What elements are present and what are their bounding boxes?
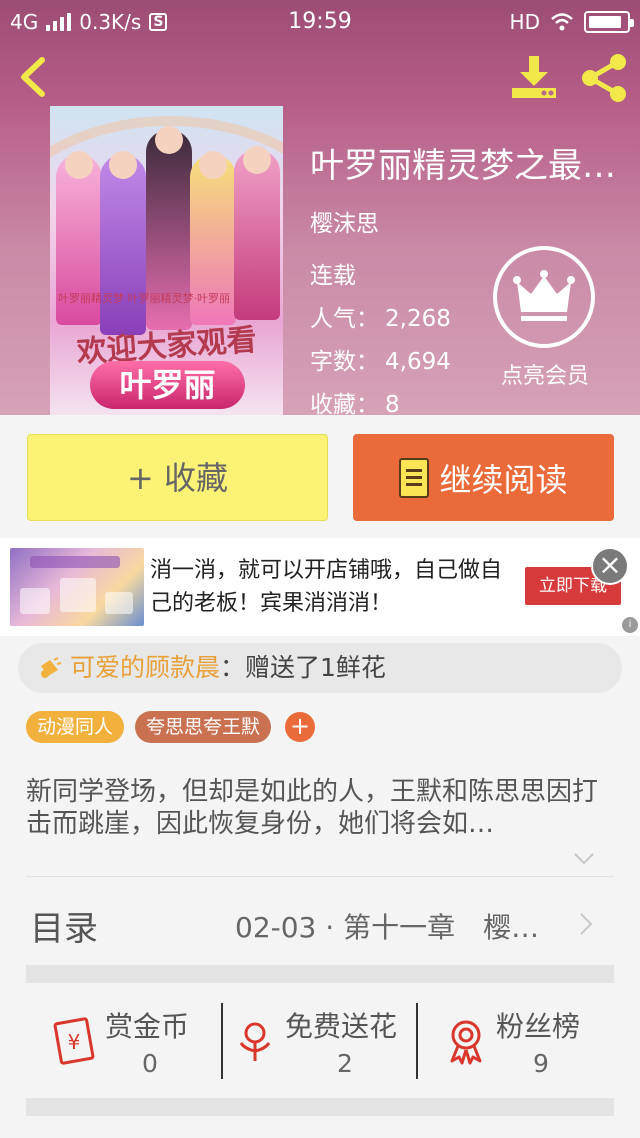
hd-indicator: HD bbox=[509, 10, 540, 34]
share-button[interactable] bbox=[578, 52, 630, 104]
continue-reading-button[interactable]: 继续阅读 bbox=[353, 434, 614, 521]
svg-text:¥: ¥ bbox=[68, 1030, 81, 1054]
section-separator bbox=[26, 1098, 614, 1116]
catalog-row[interactable]: 目录 02-03 · 第十一章 樱… bbox=[0, 877, 640, 965]
flower-icon bbox=[239, 1022, 271, 1061]
close-icon: × bbox=[598, 548, 622, 581]
cover-logo: 叶罗丽 bbox=[90, 361, 245, 409]
ad-image bbox=[10, 548, 144, 626]
send-flower-count: 2 bbox=[337, 1049, 353, 1078]
vip-badge bbox=[493, 246, 595, 348]
download-button[interactable] bbox=[508, 54, 560, 102]
reward-coins-count: 0 bbox=[142, 1049, 158, 1078]
book-icon bbox=[399, 457, 430, 498]
tag-keyword[interactable]: 夸思思夸王默 bbox=[135, 711, 272, 743]
red-envelope-icon: ¥ bbox=[53, 1017, 95, 1065]
stat-popularity: 人气： 2,268 bbox=[310, 306, 451, 332]
gift-sender[interactable]: 可爱的顾款晨 bbox=[70, 653, 220, 682]
send-flower-button[interactable]: 免费送花 2 bbox=[223, 983, 416, 1097]
section-separator bbox=[26, 965, 614, 983]
catalog-title: 目录 bbox=[30, 909, 98, 949]
ad-banner[interactable]: 消一消，就可以开店铺哦，自己做自己的老板！宾果消消消！ 立即下载 bbox=[0, 538, 640, 636]
cover-ribbon: 叶罗丽精灵梦·叶罗丽精灵梦·叶罗丽 bbox=[58, 292, 230, 305]
book-status: 连载 bbox=[310, 263, 356, 289]
stat-word-count: 字数： 4,694 bbox=[310, 349, 451, 375]
gift-notice[interactable]: 可爱的顾款晨：赠送了1鲜花 bbox=[18, 643, 622, 693]
fan-ranking-count: 9 bbox=[533, 1049, 549, 1078]
book-author[interactable]: 樱沫思 bbox=[310, 204, 379, 238]
add-tag-button[interactable]: + bbox=[285, 712, 315, 742]
latest-chapter: 02-03 · 第十一章 樱… bbox=[235, 911, 540, 944]
medal-icon bbox=[450, 1020, 482, 1065]
ad-text: 消一消，就可以开店铺哦，自己做自己的老板！宾果消消消！ bbox=[150, 558, 503, 616]
battery-icon bbox=[584, 11, 634, 33]
ad-info-icon[interactable]: i bbox=[622, 617, 638, 633]
back-button[interactable] bbox=[14, 52, 54, 102]
action-bar: + 收藏 继续阅读 bbox=[0, 415, 640, 538]
reward-coins-button[interactable]: ¥ 赏金币 0 bbox=[0, 983, 222, 1097]
vip-label: 点亮会员 bbox=[500, 364, 589, 389]
vip-button[interactable]: 点亮会员 bbox=[490, 246, 600, 390]
book-title: 叶罗丽精灵梦之最… bbox=[310, 146, 616, 186]
book-synopsis[interactable]: 新同学登场，但却是如此的人，王默和陈思思因打击而跳崖，因此恢复身份，她们将会如… bbox=[26, 776, 616, 840]
continue-reading-label: 继续阅读 bbox=[439, 460, 568, 499]
engagement-bar: ¥ 赏金币 0 免费送花 2 粉丝榜 9 bbox=[0, 983, 640, 1097]
gift-action: ：赠送了1鲜花 bbox=[220, 653, 386, 682]
stat-favorites: 收藏： 8 bbox=[310, 392, 400, 415]
tag-genre[interactable]: 动漫同人 bbox=[26, 711, 125, 743]
chevron-right-icon bbox=[580, 913, 593, 935]
crown-icon bbox=[513, 270, 575, 321]
chevron-down-icon[interactable] bbox=[573, 852, 595, 866]
status-bar: 4G 0.3K/s S 19:59 HD bbox=[0, 0, 640, 44]
fan-ranking-label: 粉丝榜 bbox=[496, 1010, 581, 1043]
book-header: 4G 0.3K/s S 19:59 HD 叶罗丽精灵梦·叶罗丽精灵梦·叶罗丽 欢… bbox=[0, 0, 640, 415]
megaphone-icon bbox=[41, 657, 62, 678]
collect-button[interactable]: + 收藏 bbox=[27, 434, 328, 521]
reward-coins-label: 赏金币 bbox=[105, 1010, 190, 1043]
wifi-icon bbox=[551, 13, 573, 31]
ad-close-button[interactable]: × bbox=[591, 547, 629, 585]
book-cover[interactable]: 叶罗丽精灵梦·叶罗丽精灵梦·叶罗丽 欢迎大家观看 叶罗丽 bbox=[50, 106, 283, 415]
fan-ranking-button[interactable]: 粉丝榜 9 bbox=[418, 983, 640, 1097]
send-flower-label: 免费送花 bbox=[285, 1010, 398, 1043]
